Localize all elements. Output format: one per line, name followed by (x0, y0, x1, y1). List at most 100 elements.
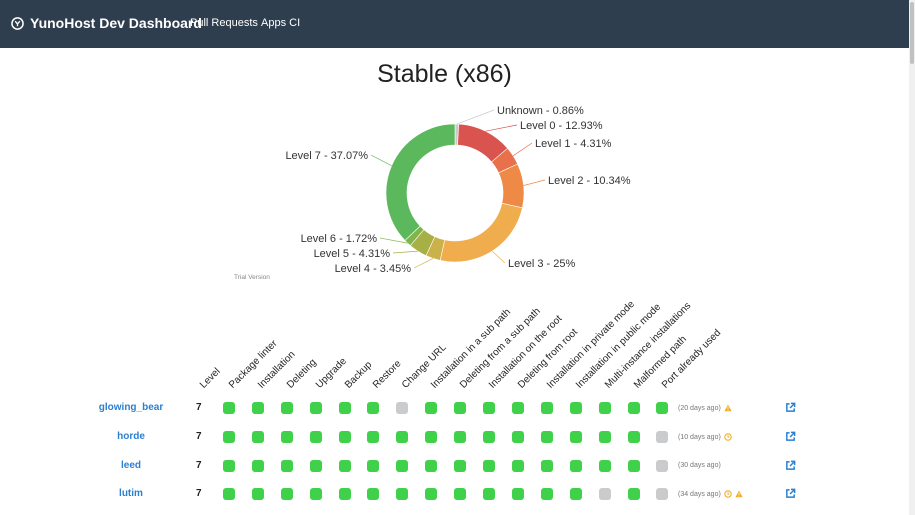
column-header: Upgrade (313, 355, 349, 391)
test-success-cell[interactable] (309, 431, 322, 443)
app-name-link[interactable]: leed (86, 460, 176, 471)
test-success-cell[interactable] (569, 460, 582, 472)
warning-icon (724, 404, 732, 412)
slice-label: Level 7 - 37.07% (285, 150, 368, 162)
age-text: (34 days ago) (678, 490, 721, 498)
test-success-cell[interactable] (511, 402, 524, 414)
test-success-cell[interactable] (251, 402, 264, 414)
test-not-run-cell[interactable] (396, 402, 409, 414)
test-success-cell[interactable] (280, 460, 293, 472)
test-success-cell[interactable] (367, 402, 380, 414)
test-success-cell[interactable] (280, 488, 293, 500)
test-success-cell[interactable] (338, 488, 351, 500)
external-link-icon[interactable] (785, 402, 796, 413)
test-success-cell[interactable] (309, 460, 322, 472)
external-link-icon[interactable] (785, 431, 796, 442)
test-success-cell[interactable] (483, 488, 495, 500)
column-header: Level (198, 366, 223, 391)
test-success-cell[interactable] (627, 488, 640, 500)
slice-label: Level 5 - 4.31% (314, 248, 391, 260)
warning-icon (735, 490, 743, 498)
test-success-cell[interactable] (338, 460, 351, 472)
test-success-cell[interactable] (280, 402, 293, 414)
test-success-cell[interactable] (222, 460, 235, 472)
test-success-cell[interactable] (511, 488, 524, 500)
slice-label: Level 4 - 3.45% (335, 263, 412, 275)
test-not-run-cell[interactable] (656, 488, 669, 500)
level-value: 7 (196, 488, 202, 499)
test-success-cell[interactable] (598, 431, 611, 443)
test-success-cell[interactable] (222, 488, 235, 500)
last-run-age: (20 days ago) (678, 404, 732, 412)
test-not-run-cell[interactable] (656, 431, 669, 443)
test-success-cell[interactable] (483, 402, 495, 414)
test-success-cell[interactable] (222, 402, 235, 414)
test-success-cell[interactable] (540, 460, 553, 472)
test-success-cell[interactable] (483, 460, 495, 472)
test-success-cell[interactable] (396, 488, 409, 500)
test-success-cell[interactable] (280, 431, 293, 443)
test-success-cell[interactable] (222, 431, 235, 443)
test-success-cell[interactable] (425, 402, 438, 414)
test-success-cell[interactable] (251, 431, 264, 443)
level-value: 7 (196, 431, 202, 442)
external-link-icon[interactable] (785, 460, 796, 471)
test-success-cell[interactable] (598, 460, 611, 472)
test-success-cell[interactable] (540, 431, 553, 443)
test-success-cell[interactable] (569, 402, 582, 414)
test-success-cell[interactable] (540, 402, 553, 414)
app-name-link[interactable]: lutim (86, 488, 176, 499)
test-success-cell[interactable] (367, 431, 380, 443)
test-success-cell[interactable] (511, 460, 524, 472)
test-success-cell[interactable] (454, 488, 467, 500)
test-success-cell[interactable] (309, 402, 322, 414)
test-success-cell[interactable] (569, 488, 582, 500)
test-success-cell[interactable] (425, 460, 438, 472)
test-success-cell[interactable] (569, 431, 582, 443)
clock-icon (724, 490, 732, 498)
test-success-cell[interactable] (627, 460, 640, 472)
test-success-cell[interactable] (367, 460, 380, 472)
test-success-cell[interactable] (540, 488, 553, 500)
test-success-cell[interactable] (656, 402, 669, 414)
test-success-cell[interactable] (425, 488, 438, 500)
app-name-link[interactable]: glowing_bear (86, 402, 176, 413)
test-success-cell[interactable] (396, 460, 409, 472)
test-success-cell[interactable] (598, 402, 611, 414)
clock-icon (724, 433, 732, 441)
test-success-cell[interactable] (251, 488, 264, 500)
test-success-cell[interactable] (454, 431, 467, 443)
test-success-cell[interactable] (627, 402, 640, 414)
test-success-cell[interactable] (396, 431, 409, 443)
test-success-cell[interactable] (627, 431, 640, 443)
donut-slice[interactable] (439, 202, 523, 263)
slice-leader-line (413, 258, 434, 269)
test-success-cell[interactable] (483, 431, 495, 443)
test-success-cell[interactable] (338, 402, 351, 414)
age-text: (30 days ago) (678, 462, 721, 469)
test-success-cell[interactable] (425, 431, 438, 443)
level-donut-chart: Unknown - 0.86% Level 0 - 12.93% Level 1 -… (234, 105, 631, 281)
test-success-cell[interactable] (454, 402, 467, 414)
slice-label: Level 3 - 25% (508, 258, 575, 270)
last-run-age: (10 days ago) (678, 433, 732, 441)
last-run-age: (34 days ago) (678, 490, 743, 498)
trial-watermark: Trial Version (234, 274, 270, 281)
test-success-cell[interactable] (338, 431, 351, 443)
last-run-age: (30 days ago) (678, 462, 721, 469)
test-success-cell[interactable] (309, 488, 322, 500)
test-not-run-cell[interactable] (656, 460, 669, 472)
test-success-cell[interactable] (454, 460, 467, 472)
slice-leader-line (523, 179, 546, 186)
external-link-icon[interactable] (785, 488, 796, 499)
test-success-cell[interactable] (511, 431, 524, 443)
test-success-cell[interactable] (367, 488, 380, 500)
test-not-run-cell[interactable] (598, 488, 611, 500)
vertical-scrollbar[interactable] (909, 0, 915, 515)
donut-slice[interactable] (385, 123, 456, 241)
level-value: 7 (196, 402, 202, 413)
app-name-link[interactable]: horde (86, 431, 176, 442)
test-success-cell[interactable] (251, 460, 264, 472)
scrollbar-thumb[interactable] (910, 2, 914, 64)
slice-leader-line (491, 250, 506, 264)
